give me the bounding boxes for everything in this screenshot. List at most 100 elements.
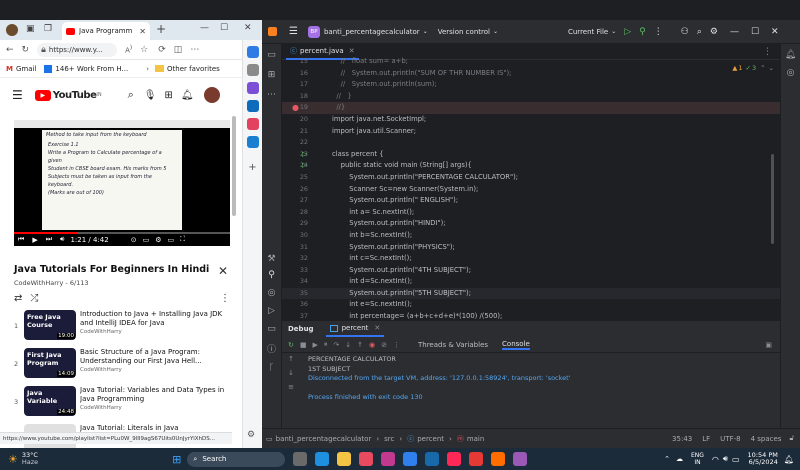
notifications-bell-icon[interactable]: 🔔︎ — [181, 90, 194, 101]
code-line[interactable]: 26 Scanner Sc=new Scanner(System.in); — [282, 184, 780, 196]
refresh-icon[interactable]: ↻ — [22, 45, 30, 55]
menu-icon[interactable]: ☰ — [12, 88, 23, 102]
close-file-tab-icon[interactable]: ✕ — [349, 47, 355, 55]
url-field[interactable]: 🔒︎ https://www.y... — [37, 42, 118, 57]
services-icon[interactable]: ◎ — [262, 288, 281, 298]
clock[interactable]: 10:54 PM 6/5/2024 — [748, 451, 778, 467]
read-aloud-icon[interactable]: A) — [125, 45, 132, 54]
debug-more-icon[interactable]: ⋮ — [393, 341, 400, 349]
breadcrumb-method[interactable]: main — [467, 435, 485, 443]
loop-icon[interactable]: ⇄ — [14, 293, 22, 304]
tab-options-icon[interactable]: ⋮ — [763, 47, 772, 57]
mute-breakpoints-icon[interactable]: ⊘ — [381, 341, 387, 349]
readonly-lock-icon[interactable]: 🔓︎ — [789, 434, 794, 443]
code-line[interactable]: 20 import java.net.SocketImpl; — [282, 114, 780, 126]
shuffle-icon[interactable]: ⤮ — [30, 293, 38, 304]
page-scrollbar[interactable] — [232, 116, 236, 216]
breadcrumb-class[interactable]: percent — [417, 435, 444, 443]
version-control-menu[interactable]: Version control — [438, 28, 490, 36]
ide-maximize-icon[interactable]: ☐ — [751, 27, 759, 37]
favorite-star-icon[interactable]: ☆ — [140, 45, 148, 55]
editor-scrollbar[interactable] — [771, 154, 774, 244]
sidebar-settings-icon[interactable]: ⚙ — [247, 430, 255, 440]
extensions-icon[interactable]: ⟳ — [158, 45, 166, 55]
task-view-icon[interactable] — [293, 452, 308, 466]
resume-icon[interactable]: ▶ — [313, 341, 318, 349]
instagram-icon[interactable] — [246, 118, 259, 130]
debug-tool-icon[interactable]: ⚲ — [262, 270, 281, 280]
chevron-right-icon[interactable]: › — [146, 65, 149, 73]
firefox-icon[interactable] — [491, 452, 506, 466]
maximize-icon[interactable]: ☐ — [220, 23, 228, 33]
caret-position[interactable]: 35:43 — [672, 435, 692, 443]
intellij-taskbar-icon[interactable] — [447, 452, 462, 466]
indent-setting[interactable]: 4 spaces — [751, 435, 782, 443]
view-breakpoints-icon[interactable]: ◉ — [369, 341, 375, 349]
code-line[interactable]: 18 // } — [282, 91, 780, 103]
add-sidebar-app-icon[interactable]: + — [243, 162, 262, 173]
code-line[interactable]: 34 int d=Sc.nextInt(); — [282, 276, 780, 288]
close-session-icon[interactable]: ✕ — [374, 324, 380, 332]
lrc-icon[interactable] — [425, 452, 440, 466]
code-line[interactable]: ▷ 23 class percent { — [282, 149, 780, 161]
code-line[interactable]: 36 int e=Sc.nextInt(); — [282, 299, 780, 311]
vscode-icon[interactable] — [403, 452, 418, 466]
project-name[interactable]: banti_percentagecalculator — [324, 28, 420, 36]
more-options-icon[interactable]: ⋯ — [190, 45, 199, 55]
terminal-icon[interactable]: ▭ — [262, 324, 281, 334]
run-configuration[interactable]: Current File — [568, 28, 608, 36]
code-line[interactable]: 17 // System.out.println(sum); — [282, 79, 780, 91]
code-line[interactable]: 15 // float sum= a+b; — [282, 56, 780, 68]
youtube-logo-text[interactable]: YouTube — [53, 90, 97, 101]
more-tools-icon[interactable]: ⋯ — [262, 90, 281, 100]
breakpoint-icon[interactable]: ● — [292, 102, 299, 114]
playlist-item[interactable]: 2 First Java Program 14:09 Basic Structure … — [14, 348, 230, 384]
profile-avatar[interactable] — [6, 24, 18, 36]
add-user-icon[interactable]: ⚇ — [681, 27, 689, 37]
run-gutter-icon[interactable]: ▷ — [302, 149, 307, 161]
code-line[interactable]: 33 System.out.println("4TH SUBJECT"); — [282, 265, 780, 277]
chrome-icon[interactable] — [359, 452, 374, 466]
play-icon[interactable]: ▶ — [32, 236, 37, 244]
app-icon[interactable] — [469, 452, 484, 466]
outlook-icon[interactable] — [246, 100, 259, 112]
debug-icon[interactable]: ⚲ — [639, 27, 646, 37]
fullscreen-icon[interactable]: ⛶ — [180, 235, 185, 244]
ai-assistant-icon[interactable]: ◎ — [781, 68, 800, 78]
back-icon[interactable]: ← — [6, 45, 14, 55]
copilot-icon[interactable] — [246, 46, 259, 58]
workspaces-icon[interactable]: ▣ — [26, 24, 35, 34]
bookmark-work-from-home[interactable]: 146+ Work From H... — [55, 65, 128, 73]
stop-icon[interactable]: ■ — [300, 341, 307, 349]
rerun-icon[interactable]: ↻ — [288, 341, 294, 349]
down-icon[interactable]: ↓ — [282, 369, 300, 377]
step-into-icon[interactable]: ↓ — [345, 341, 351, 349]
code-line[interactable]: 29 System.out.println("HINDI"); — [282, 218, 780, 230]
code-line[interactable]: 16 // System.out.println("SUM OF THR NUM… — [282, 68, 780, 80]
tab-console[interactable]: Console — [502, 340, 530, 350]
shopping-icon[interactable] — [246, 82, 259, 94]
code-line[interactable]: ● 19 //} — [282, 102, 780, 114]
captions-icon[interactable]: ▭ — [143, 236, 150, 244]
structure-icon[interactable]: ⊞ — [262, 70, 281, 80]
layout-icon[interactable]: ▣ — [765, 341, 772, 349]
tray-chevron-icon[interactable]: ⌃ — [664, 455, 670, 463]
playlist-item-thumbnail[interactable]: First Java Program 14:09 — [24, 348, 76, 378]
playlist-item[interactable]: 1 Free Java Course 19:00 Introduction to Ja… — [14, 310, 230, 346]
ide-close-icon[interactable]: ✕ — [771, 27, 779, 37]
playlist-more-icon[interactable]: ⋮ — [220, 293, 230, 304]
video-progress-track[interactable] — [14, 232, 230, 234]
battery-icon[interactable]: ▭ — [732, 455, 740, 464]
previous-icon[interactable]: ⏮ — [18, 235, 24, 244]
ide-settings-icon[interactable]: ⚙ — [710, 27, 718, 37]
build-hammer-icon[interactable]: ⚒ — [262, 254, 281, 264]
wifi-icon[interactable]: ◠ — [712, 455, 719, 464]
tab-threads-variables[interactable]: Threads & Variables — [418, 341, 488, 349]
start-windows-icon[interactable]: ⊞ — [172, 453, 181, 466]
tab-actions-icon[interactable]: ❐ — [44, 24, 52, 34]
minimize-icon[interactable]: — — [200, 23, 209, 33]
step-out-icon[interactable]: ↑ — [357, 341, 363, 349]
playlist-item-thumbnail[interactable]: Java Variable 24:48 — [24, 386, 76, 416]
telegram-icon[interactable] — [246, 136, 259, 148]
search-sidebar-icon[interactable] — [246, 64, 259, 76]
